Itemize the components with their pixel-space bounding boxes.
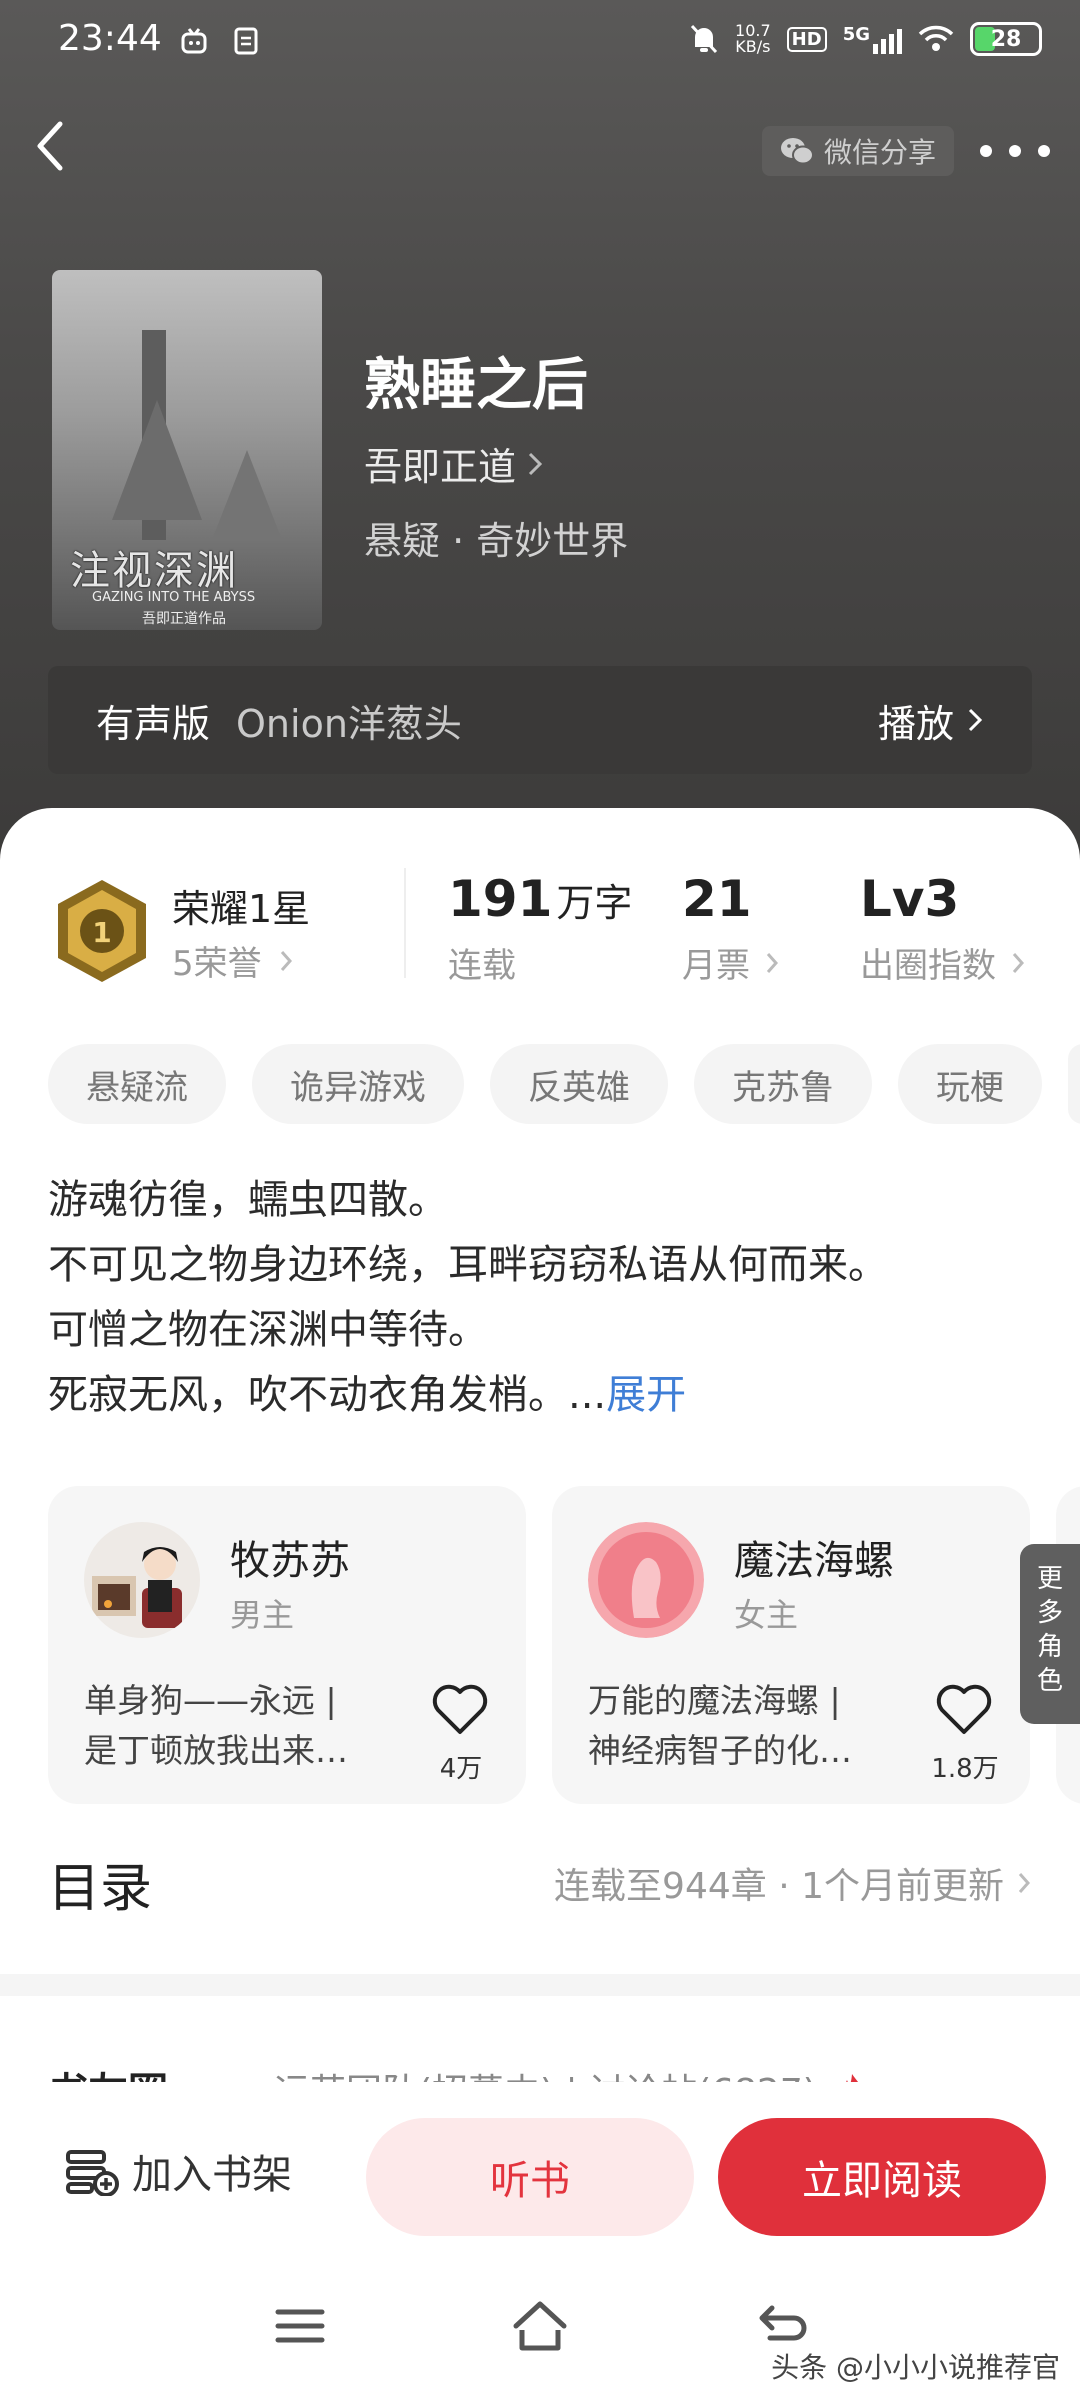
book-cover[interactable]: 注视深渊 GAZING INTO THE ABYSS 吾即正道作品 (52, 270, 322, 630)
monthly-tickets-stat[interactable]: 21 月票 (682, 870, 780, 987)
bookshelf-add-icon (66, 2150, 119, 2196)
description-line: 游魂彷徨，蠕虫四散。 (48, 1177, 448, 1223)
character-name: 牧苏苏 (230, 1538, 350, 1584)
read-now-button[interactable]: 立即阅读 (718, 2118, 1046, 2236)
notification-icons (180, 26, 259, 63)
tag-chip[interactable]: 玩梗 (898, 1044, 1042, 1124)
character-intro: 万能的魔法海螺 | 神经病智子的化… (588, 1681, 852, 1770)
audio-label: 有声版 (96, 701, 211, 746)
tag-chip[interactable]: 反英雄 (490, 1044, 668, 1124)
tag-chip-partial[interactable] (1068, 1044, 1080, 1124)
tag-chip[interactable]: 诡异游戏 (252, 1044, 464, 1124)
description-line: 死寂无风，吹不动衣角发梢。... (48, 1372, 607, 1418)
wechat-icon (781, 138, 814, 165)
more-roles-button[interactable]: 更多角色 (1020, 1544, 1080, 1724)
menu-icon[interactable] (270, 2296, 330, 2356)
like-count: 4万 (439, 1754, 483, 1784)
status-bar: 23:44 10.7 KB/s HD 5G 28 (0, 0, 1080, 84)
battery-icon: 28 (970, 22, 1042, 56)
document-app-icon (234, 27, 258, 55)
svg-text:1: 1 (92, 916, 111, 949)
audio-narrator: Onion洋葱头 (236, 701, 462, 746)
status-time: 23:44 (58, 18, 162, 59)
honor-badge-icon: 1 (58, 880, 146, 982)
audio-version-bar[interactable]: 有声版 Onion洋葱头 播放 (48, 666, 1032, 774)
stats-row: 1 荣耀1星 5荣誉 191 万字 连载 21 月票 Lv3 出圈指数 (0, 808, 1080, 1038)
author-name: 吾即正道 (364, 445, 517, 489)
signal-icon: 5G (843, 24, 902, 54)
mute-bell-icon (690, 24, 718, 54)
table-of-contents-row[interactable]: 目录 连载至944章 · 1个月前更新 (48, 1838, 1032, 1928)
tag-chip[interactable]: 克苏鲁 (694, 1044, 872, 1124)
book-title: 熟睡之后 (364, 352, 588, 418)
toc-info: 连载至944章 · 1个月前更新 (554, 1857, 1032, 1909)
cover-author: 吾即正道作品 (142, 611, 226, 627)
chevron-right-icon (528, 452, 543, 475)
like-count: 1.8万 (931, 1754, 999, 1784)
character-card[interactable]: 牧苏苏 男主 单身狗——永远 | 是丁顿放我出来… 4万 (48, 1486, 526, 1804)
character-role: 男主 (230, 1596, 295, 1634)
home-icon[interactable] (510, 2296, 570, 2356)
add-to-shelf-button[interactable]: 加入书架 (64, 2142, 292, 2200)
tv-app-icon (181, 28, 207, 54)
system-nav-bar: 头条 @小小小说推荐官 (0, 2242, 1080, 2400)
description-line: 不可见之物身边环绕，耳畔窃窃私语从何而来。 (48, 1242, 888, 1288)
hd-icon: HD (786, 26, 827, 52)
chevron-right-icon (1018, 1873, 1031, 1893)
expand-description-link[interactable]: 展开 (606, 1372, 686, 1418)
character-card[interactable]: 魔法海螺 女主 万能的魔法海螺 | 神经病智子的化… 1.8万 (552, 1486, 1030, 1804)
net-speed: 10.7 KB/s (735, 21, 771, 56)
character-role: 女主 (734, 1596, 799, 1634)
description-line: 可憎之物在深渊中等待。 (48, 1307, 488, 1353)
toc-heading: 目录 (48, 1858, 153, 1919)
cover-subtitle: GAZING INTO THE ABYSS (92, 590, 256, 605)
back-arrow-icon[interactable] (28, 116, 72, 176)
character-cards: 牧苏苏 男主 单身狗——永远 | 是丁顿放我出来… 4万 魔法海螺 女主 万能的… (48, 1486, 1080, 1806)
author-link[interactable]: 吾即正道 (364, 436, 544, 491)
popularity-index-stat[interactable]: Lv3 出圈指数 (860, 870, 1026, 987)
tag-list: 悬疑流 诡异游戏 反英雄 克苏鲁 玩梗 (48, 1044, 1080, 1124)
chevron-right-icon (766, 952, 779, 973)
play-button[interactable]: 播放 (878, 693, 984, 748)
chevron-right-icon (1012, 952, 1025, 973)
chevron-right-icon (280, 950, 292, 971)
listen-button[interactable]: 听书 (366, 2118, 694, 2236)
section-divider (0, 1974, 1080, 1996)
cover-title: 注视深渊 (70, 548, 238, 594)
status-right: 10.7 KB/s HD 5G 28 (689, 22, 1042, 56)
more-menu-icon[interactable] (980, 126, 1050, 176)
heart-icon[interactable] (934, 1682, 994, 1738)
watermark-text: 头条 @小小小说推荐官 (771, 2351, 1060, 2384)
tag-chip[interactable]: 悬疑流 (48, 1044, 226, 1124)
character-intro: 单身狗——永远 | 是丁顿放我出来… (84, 1681, 348, 1770)
character-avatar (588, 1522, 704, 1638)
wechat-share-label: 微信分享 (824, 136, 937, 169)
chevron-right-icon (968, 708, 983, 732)
word-count-stat: 191 万字 连载 (448, 870, 633, 986)
wechat-share-button[interactable]: 微信分享 (762, 126, 955, 176)
character-name: 魔法海螺 (734, 1538, 894, 1584)
honor-link[interactable]: 5荣誉 (172, 936, 294, 985)
bottom-action-bar: 加入书架 听书 立即阅读 (0, 2082, 1080, 2242)
book-description: 游魂彷徨，蠕虫四散。 不可见之物身边环绕，耳畔窃窃私语从何而来。 可憎之物在深渊… (48, 1168, 888, 1428)
wifi-icon (918, 25, 954, 51)
heart-icon[interactable] (430, 1682, 490, 1738)
character-avatar (84, 1522, 200, 1638)
book-hero: 23:44 10.7 KB/s HD 5G 28 微信分享 注视深渊 GAZIN… (0, 0, 1080, 860)
book-genre: 悬疑 · 奇妙世界 (364, 519, 629, 563)
honor-title: 荣耀1星 (172, 887, 311, 931)
